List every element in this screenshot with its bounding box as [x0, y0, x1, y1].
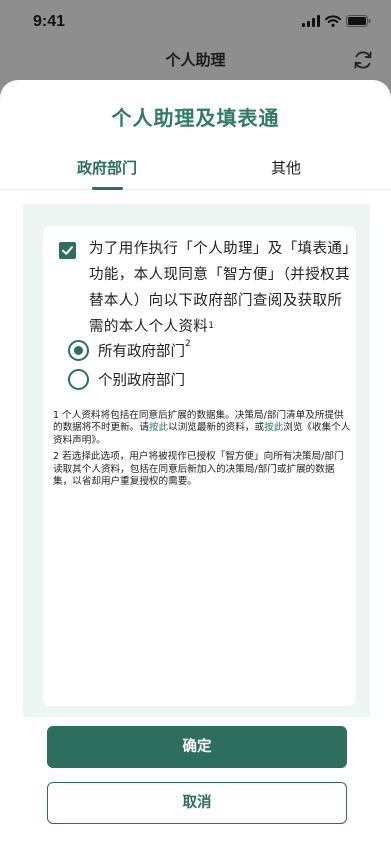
- footnote-2: 2 若选择此选项，用户将被视作已授权「智方便」向所有决策局/部门读取其个人资料，…: [53, 451, 344, 488]
- tab-government[interactable]: 政府部门: [27, 157, 187, 178]
- option-all-departments[interactable]: 所有政府部门2: [68, 339, 191, 361]
- tab-bar: 政府部门 其他: [0, 150, 391, 190]
- tab-indicator: [92, 187, 123, 190]
- consent-statement: 为了用作执行「个人助理」及「填表通」功能，本人现同意「智方便」（并授权其替本人）…: [89, 241, 350, 335]
- app-header: 个人助理: [0, 44, 391, 74]
- option-individual-departments[interactable]: 个别政府部门: [68, 369, 185, 390]
- header-title: 个人助理: [165, 51, 226, 69]
- option-label: 个别政府部门: [98, 373, 185, 389]
- confirm-button[interactable]: 确定: [47, 726, 347, 768]
- radio-icon[interactable]: [68, 369, 89, 390]
- sheet-title: 个人助理及填表通: [111, 106, 280, 130]
- footnotes: 1 个人资料将包括在同意后扩展的数据集。决策局/部门清单及所提供的数据将不时更新…: [53, 410, 351, 492]
- footnote-1: 1 个人资料将包括在同意后扩展的数据集。决策局/部门清单及所提供的数据将不时更新…: [53, 410, 351, 446]
- battery-icon: [346, 15, 371, 27]
- consent-card: 为了用作执行「个人助理」及「填表通」功能，本人现同意「智方便」（并授权其替本人）…: [43, 226, 356, 706]
- radio-selected-icon[interactable]: [68, 340, 89, 361]
- status-bar: 9:41: [0, 0, 391, 44]
- cancel-button[interactable]: 取消: [47, 782, 347, 824]
- link-latest-info[interactable]: 按此: [149, 422, 168, 433]
- signal-icon: [302, 15, 320, 27]
- consent-text: 为了用作执行「个人助理」及「填表通」功能，本人现同意「智方便」（并授权其替本人）…: [89, 236, 351, 340]
- option-label: 所有政府部门2: [98, 339, 191, 360]
- bottom-sheet: 个人助理及填表通 政府部门 其他 为了用作执行「个人助理」及「填表通」功能，本人…: [0, 80, 391, 844]
- footnote-marker: 1: [208, 321, 215, 331]
- consent-checkbox[interactable]: [59, 242, 76, 259]
- link-privacy-statement[interactable]: 按此: [264, 422, 283, 433]
- tab-other[interactable]: 其他: [206, 157, 366, 178]
- content-panel: 为了用作执行「个人助理」及「填表通」功能，本人现同意「智方便」（并授权其替本人）…: [23, 204, 370, 717]
- status-time: 9:41: [33, 13, 66, 30]
- status-icons: [302, 15, 371, 27]
- refresh-icon[interactable]: [351, 48, 375, 72]
- checkmark-icon: [62, 246, 73, 255]
- wifi-icon: [325, 15, 341, 27]
